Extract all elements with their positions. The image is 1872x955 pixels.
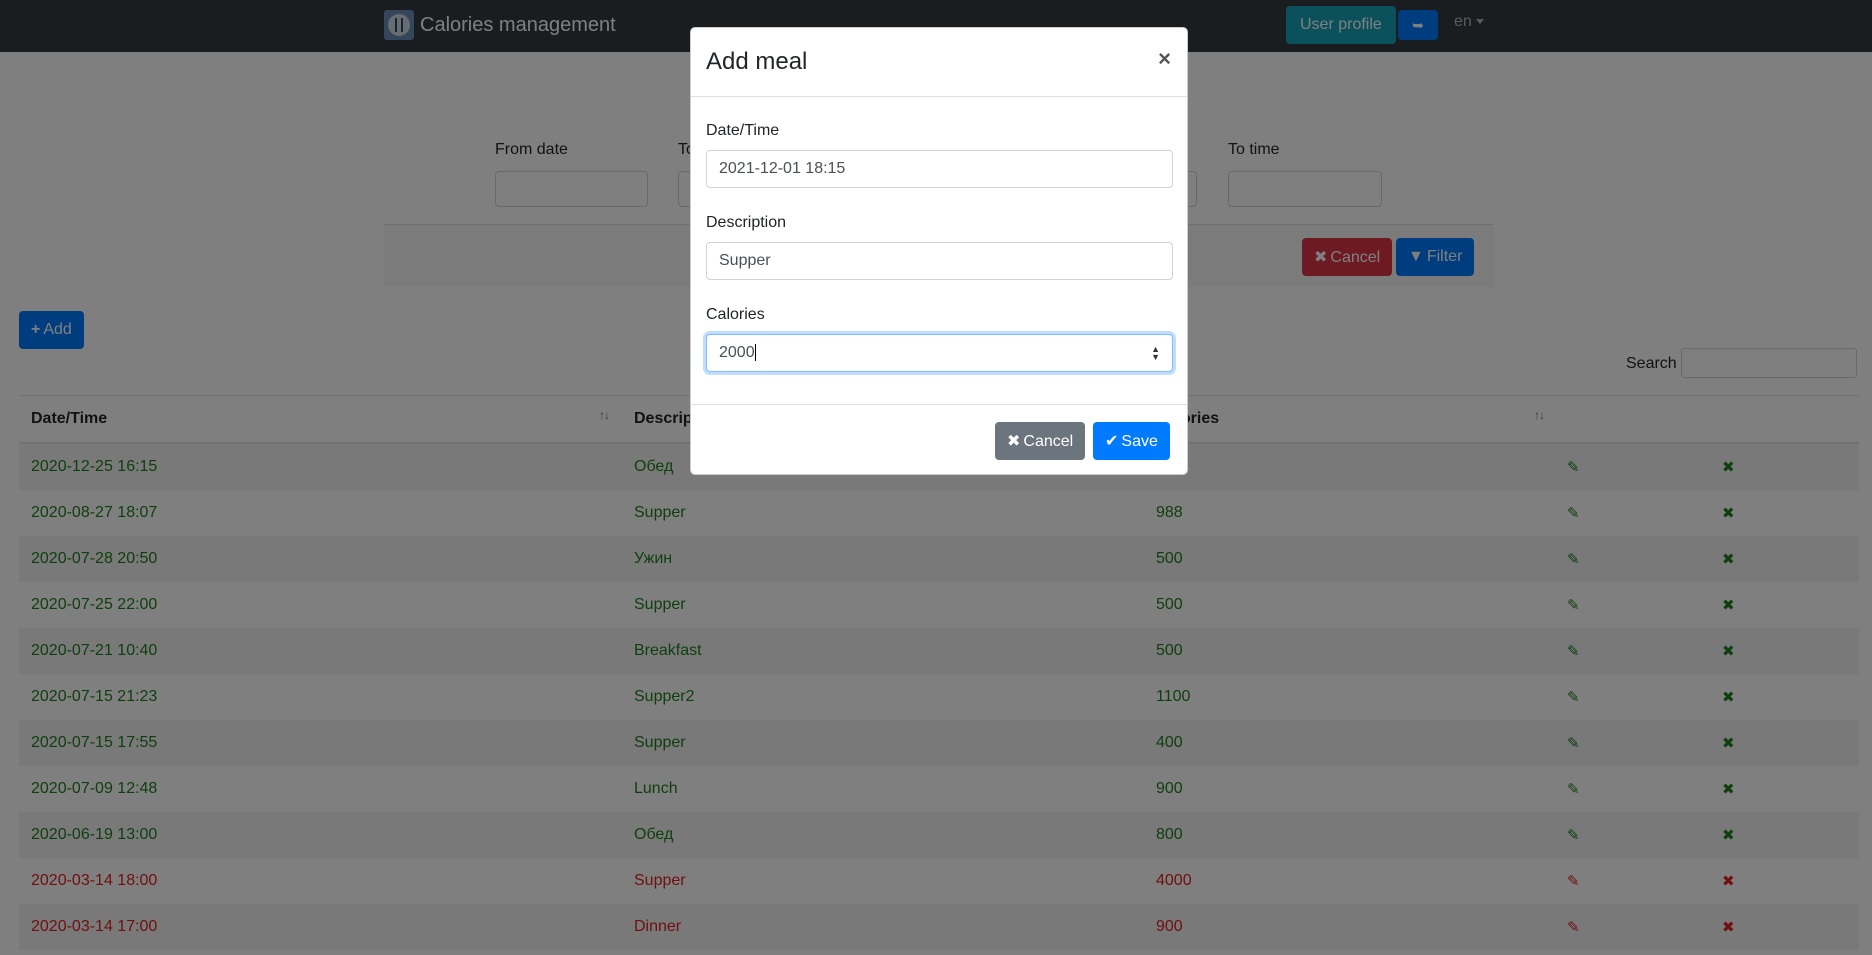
description-value: Supper [719, 252, 771, 269]
description-label: Description [706, 214, 787, 231]
datetime-value: 2021-12-01 18:15 [719, 160, 846, 177]
add-meal-modal: Add meal × Date/Time 2021-12-01 18:15 De… [690, 27, 1188, 475]
datetime-label: Date/Time [706, 122, 780, 139]
calories-label: Calories [706, 306, 765, 323]
modal-title: Add meal [706, 48, 808, 75]
calories-value: 2000 [719, 344, 755, 361]
modal-cancel-button[interactable]: ✖ Cancel [995, 422, 1086, 460]
description-input[interactable]: Supper [706, 242, 1173, 280]
modal-cancel-label: Cancel [1023, 433, 1074, 450]
number-spinner[interactable]: ▲ ▼ [1151, 345, 1160, 362]
calories-input[interactable]: 2000 ▲ ▼ [706, 334, 1173, 372]
save-button[interactable]: ✔ Save [1093, 422, 1170, 460]
modal-header: Add meal × [691, 28, 1187, 97]
times-icon: ✖ [1007, 433, 1021, 450]
text-cursor [754, 344, 756, 362]
save-label: Save [1121, 433, 1158, 450]
close-icon[interactable]: × [1158, 46, 1171, 72]
datetime-input[interactable]: 2021-12-01 18:15 [706, 150, 1173, 188]
check-icon: ✔ [1105, 433, 1119, 450]
modal-footer: ✖ Cancel ✔ Save [691, 404, 1187, 475]
